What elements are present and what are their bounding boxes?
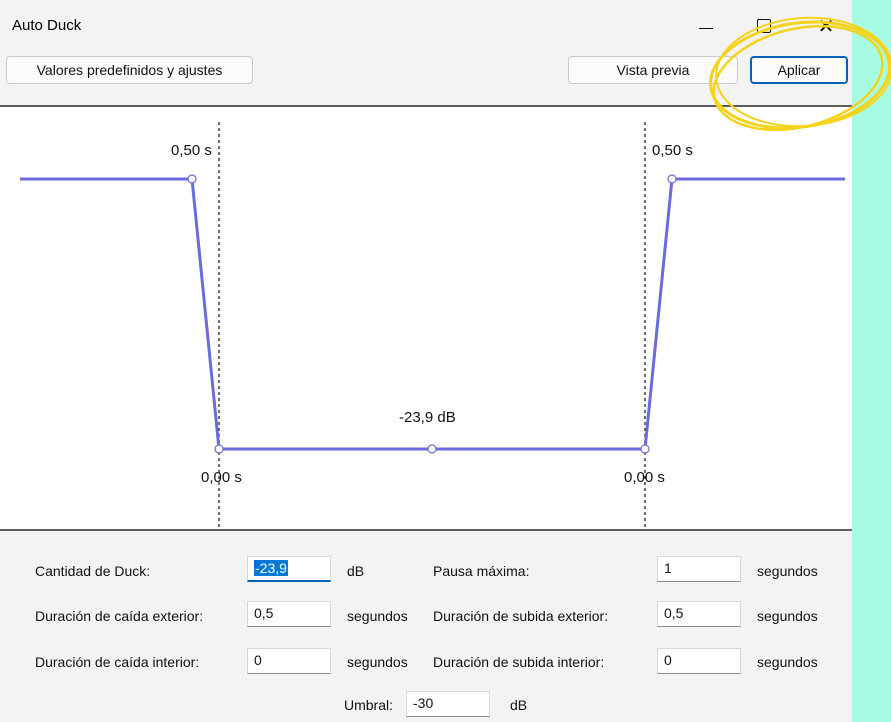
outer-fade-right-label: 0,50 s — [652, 142, 693, 159]
max-pause-unit: segundos — [757, 563, 818, 579]
duck-amount-unit: dB — [347, 563, 365, 579]
threshold-field-label: Umbral: — [344, 697, 394, 713]
max-pause-input[interactable]: 1 — [657, 556, 741, 582]
outer-right-handle[interactable] — [667, 174, 677, 184]
duck-amount-label: -23,9 dB — [399, 409, 456, 426]
threshold-unit: dB — [510, 697, 528, 713]
outer-left-handle[interactable] — [187, 174, 197, 184]
outer-fade-left-label: 0,50 s — [171, 142, 212, 159]
parameters-form: Cantidad de Duck: -23,9 dB Pausa máxima:… — [0, 531, 852, 722]
auto-duck-window: Auto Duck ✕ Valores predefinidos y ajust… — [0, 0, 852, 722]
inner-fade-right-label: 0,00 s — [624, 469, 665, 486]
inner-fade-up-unit: segundos — [757, 654, 818, 670]
inner-fade-down-field-label: Duración de caída interior: — [35, 654, 200, 670]
preview-button[interactable]: Vista previa — [568, 56, 738, 84]
maximize-button[interactable] — [741, 10, 787, 42]
duck-amount-field-label: Cantidad de Duck: — [35, 563, 151, 579]
close-icon: ✕ — [817, 15, 835, 38]
max-pause-field-label: Pausa máxima: — [433, 563, 530, 579]
outer-fade-up-input[interactable]: 0,5 — [657, 601, 741, 627]
outer-fade-up-field-label: Duración de subida exterior: — [433, 608, 609, 624]
apply-button[interactable]: Aplicar — [750, 56, 848, 84]
outer-fade-down-unit: segundos — [347, 608, 408, 624]
threshold-input[interactable]: -30 — [406, 691, 490, 717]
inner-fade-up-input[interactable]: 0 — [657, 648, 741, 674]
minimize-icon — [699, 27, 713, 29]
maximize-icon — [757, 19, 771, 33]
inner-fade-up-field-label: Duración de subida interior: — [433, 654, 605, 670]
duck-envelope-graph[interactable]: 0,50 s 0,50 s -23,9 dB 0,00 s 0,00 s — [0, 107, 852, 529]
duck-amount-handle[interactable] — [427, 444, 437, 454]
inner-fade-down-input[interactable]: 0 — [247, 648, 331, 674]
title-bar[interactable]: Auto Duck ✕ — [0, 0, 852, 50]
presets-and-settings-button[interactable]: Valores predefinidos y ajustes — [6, 56, 253, 84]
inner-left-handle[interactable] — [214, 444, 224, 454]
inner-fade-left-label: 0,00 s — [201, 469, 242, 486]
inner-right-handle[interactable] — [640, 444, 650, 454]
duck-amount-input[interactable]: -23,9 — [247, 556, 331, 582]
envelope-svg — [20, 122, 845, 529]
close-button[interactable]: ✕ — [803, 10, 849, 42]
inner-fade-down-unit: segundos — [347, 654, 408, 670]
minimize-button[interactable] — [683, 10, 729, 42]
outer-fade-down-input[interactable]: 0,5 — [247, 601, 331, 627]
outer-fade-up-unit: segundos — [757, 608, 818, 624]
window-title: Auto Duck — [12, 17, 82, 34]
outer-fade-down-field-label: Duración de caída exterior: — [35, 608, 204, 624]
